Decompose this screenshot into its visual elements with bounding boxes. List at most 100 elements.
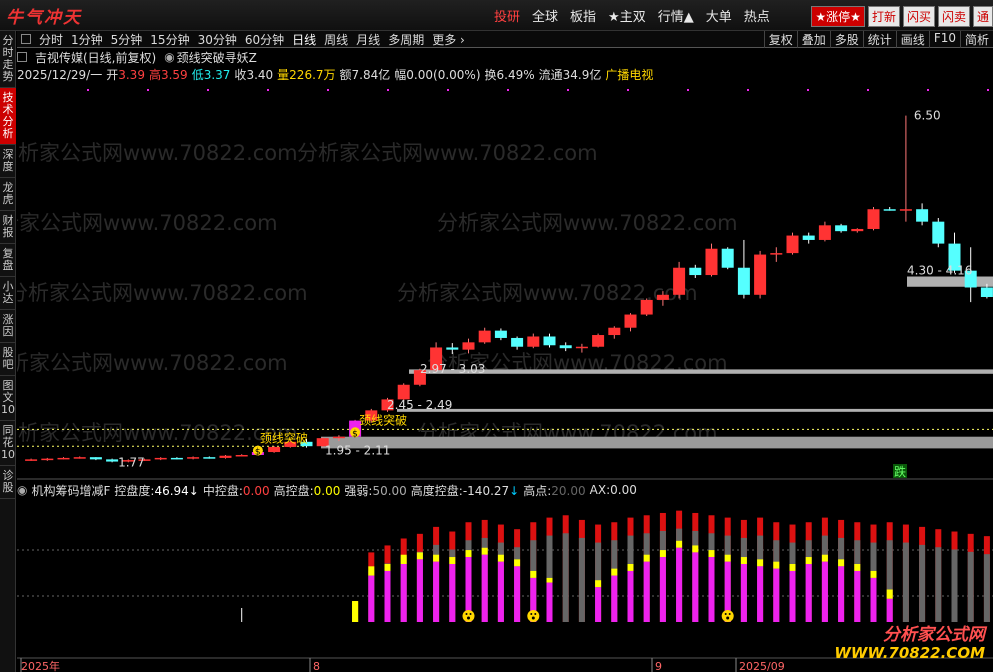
candle[interactable] [932, 218, 945, 248]
top-quick-button[interactable]: 闪卖 [937, 6, 970, 27]
candle[interactable] [624, 313, 637, 332]
candle[interactable] [154, 457, 167, 461]
toolbar-action[interactable]: 简析 [959, 30, 993, 48]
stock-title[interactable]: 吉视传媒(日线,前复权) [35, 49, 156, 66]
period-tab[interactable]: 月线 [352, 31, 384, 48]
top-menu-item[interactable]: 全球 [526, 6, 564, 25]
indicator-bar [416, 533, 423, 622]
top-quick-button[interactable]: 通 [972, 6, 993, 27]
candle[interactable] [770, 247, 783, 262]
top-menu-item[interactable]: 大单 [700, 6, 738, 25]
candle[interactable] [899, 115, 912, 222]
candle[interactable] [721, 247, 734, 270]
sidebar-tab[interactable]: 龙虎 [0, 178, 16, 211]
candle[interactable] [268, 446, 281, 453]
candle[interactable] [203, 456, 216, 459]
candle[interactable] [527, 333, 540, 349]
quote-amount: 额7.84亿 [339, 68, 391, 82]
marker-dot [267, 89, 269, 91]
candle[interactable] [170, 457, 183, 460]
top-menu-item[interactable]: ★主双 [602, 6, 652, 25]
candle[interactable] [106, 458, 119, 463]
toolbar-action[interactable]: F10 [928, 30, 960, 48]
industry-tag[interactable]: 广播电视 [605, 66, 653, 82]
candle[interactable] [786, 232, 799, 255]
candle[interactable] [592, 333, 605, 348]
period-tab[interactable]: 15分钟 [146, 31, 193, 48]
toolbar-action[interactable]: 统计 [862, 30, 896, 48]
sidebar-tab[interactable]: 同花10 [0, 421, 16, 466]
quote-info-line: 2025/12/29/一 开3.39 高3.59 低3.37 收3.40 量22… [17, 66, 653, 82]
quote-date: 2025/12/29/一 [17, 68, 103, 82]
candle[interactable] [835, 223, 848, 233]
toolbar-action[interactable]: 多股 [829, 30, 863, 48]
candle[interactable] [73, 456, 86, 459]
sidebar-tab[interactable]: 涨因 [0, 310, 16, 343]
top-menu-item[interactable]: 投研 [488, 6, 526, 25]
toolbar-action[interactable]: 复权 [763, 30, 797, 48]
sidebar-tab[interactable]: 诊股 [0, 466, 16, 499]
sidebar-tab[interactable]: 技术分析 [0, 88, 16, 145]
candle[interactable] [219, 454, 232, 459]
candle[interactable] [673, 261, 686, 299]
candle[interactable] [559, 342, 572, 352]
top-quick-button[interactable]: ★涨停★ [811, 6, 865, 27]
quote-turnover: 换6.49% [484, 68, 535, 82]
toolbar-action[interactable]: 叠加 [796, 30, 830, 48]
period-tab[interactable]: 日线 [288, 31, 320, 48]
candle[interactable] [187, 456, 200, 460]
candle[interactable] [689, 264, 702, 278]
sidebar-tab[interactable]: 财报 [0, 211, 16, 244]
kline-chart[interactable]: 分析家公式网www.70822.com分析家公式网www.70822.com分析… [17, 82, 993, 480]
candle[interactable] [754, 250, 767, 299]
indicator-bar [773, 522, 780, 622]
sidebar-tab[interactable]: 分时走势 [0, 31, 16, 88]
candle[interactable] [818, 221, 831, 242]
period-tab[interactable]: 5分钟 [107, 31, 147, 48]
indicator-icon[interactable]: ◉ [17, 483, 27, 497]
title-icon[interactable] [17, 52, 27, 62]
candle[interactable] [640, 298, 653, 317]
candle[interactable] [235, 454, 248, 457]
candle[interactable] [478, 327, 491, 344]
candle[interactable] [705, 243, 718, 277]
period-tab[interactable]: 多周期 [384, 31, 428, 48]
annotation-zone3: 2.97 - 3.03 [420, 362, 485, 376]
period-tab[interactable]: 周线 [320, 31, 352, 48]
period-tab[interactable]: 分时 [35, 31, 67, 48]
indicator-name[interactable]: 机构筹码增减F [31, 482, 110, 499]
indicator-bar [870, 524, 877, 622]
sidebar-tab[interactable]: 深度 [0, 145, 16, 178]
candle[interactable] [883, 207, 896, 211]
top-menu-item[interactable]: 行情▲ [652, 6, 700, 25]
sidebar-tab[interactable]: 小达 [0, 277, 16, 310]
top-quick-button[interactable]: 闪买 [902, 6, 935, 27]
sidebar-tab[interactable]: 图文10 [0, 376, 16, 421]
toolbar-action[interactable]: 画线 [895, 30, 929, 48]
candle[interactable] [802, 232, 815, 244]
candle[interactable] [867, 207, 880, 231]
sidebar-tab[interactable]: 股吧 [0, 343, 16, 376]
period-tab[interactable]: 1分钟 [67, 31, 107, 48]
sidebar-tab[interactable]: 复盘 [0, 244, 16, 277]
candle[interactable] [57, 457, 70, 460]
candle[interactable] [543, 333, 556, 348]
top-menu-item[interactable]: 热点 [738, 6, 776, 25]
candle[interactable] [89, 457, 102, 461]
candle[interactable] [851, 228, 864, 233]
top-quick-button[interactable]: 打新 [867, 6, 900, 27]
candle[interactable] [41, 457, 54, 461]
period-tab[interactable]: 更多 › [428, 31, 469, 48]
candle[interactable] [608, 326, 621, 339]
formula-name[interactable]: 颈线突破寻妖Z [177, 49, 257, 66]
candle[interactable] [25, 458, 38, 461]
top-menu-item[interactable]: 板指 [564, 6, 602, 25]
candle[interactable] [511, 336, 524, 350]
formula-icon[interactable]: ◉ [164, 50, 174, 64]
candle[interactable] [916, 203, 929, 226]
candle[interactable] [494, 328, 507, 341]
toolbar-square-icon[interactable] [21, 34, 31, 44]
candle[interactable] [737, 239, 750, 299]
period-tab[interactable]: 30分钟 [194, 31, 241, 48]
period-tab[interactable]: 60分钟 [241, 31, 288, 48]
